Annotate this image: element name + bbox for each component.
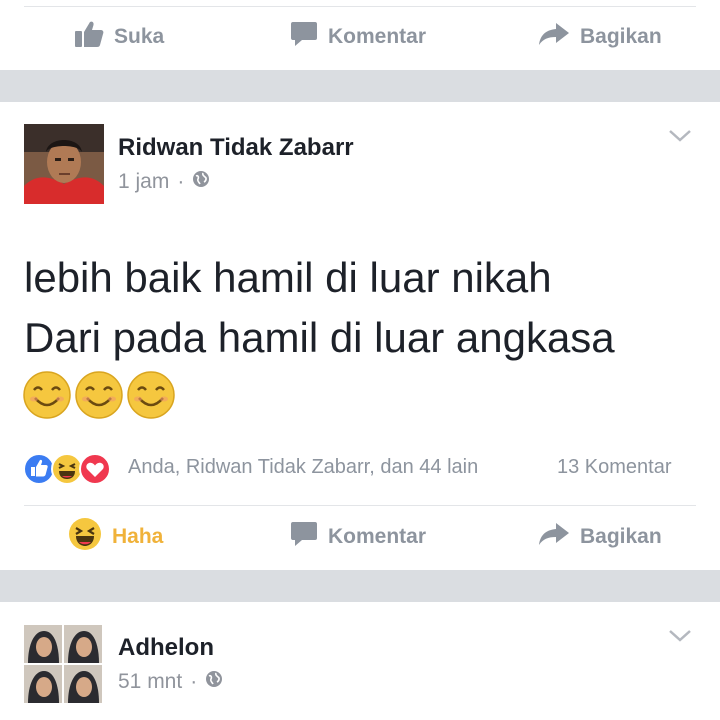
comment-icon xyxy=(290,521,318,553)
like-button[interactable]: Suka xyxy=(74,20,164,54)
haha-label: Haha xyxy=(112,525,164,548)
globe-icon xyxy=(192,170,210,194)
post-text-line2: Dari pada hamil di luar angkasa xyxy=(24,314,615,361)
post-text-line1: lebih baik hamil di luar nikah xyxy=(24,254,552,301)
post-author-name[interactable]: Ridwan Tidak Zabarr xyxy=(118,134,354,162)
post-options-chevron-icon[interactable] xyxy=(668,628,692,649)
like-label: Suka xyxy=(114,25,165,48)
avatar[interactable] xyxy=(24,625,102,703)
thumbs-up-icon xyxy=(74,20,104,54)
share-arrow-icon xyxy=(538,522,570,552)
comment-button[interactable]: Komentar xyxy=(290,521,426,553)
smiling-face-emoji-icon xyxy=(126,370,176,425)
globe-icon xyxy=(205,670,223,694)
feed-separator xyxy=(0,70,720,102)
post-timestamp[interactable]: 1 jam xyxy=(118,170,169,194)
comment-label: Komentar xyxy=(328,525,427,548)
post-card xyxy=(0,602,720,720)
meta-dot: · xyxy=(190,670,198,693)
smiling-face-emoji-icon xyxy=(22,370,72,425)
post-text: lebih baik hamil di luar nikah Dari pada… xyxy=(24,248,615,368)
feed-separator xyxy=(0,570,720,602)
post-emoji-row xyxy=(22,370,176,425)
avatar[interactable] xyxy=(24,124,104,204)
share-label: Bagikan xyxy=(580,525,662,548)
reactions-summary[interactable]: Anda, Ridwan Tidak Zabarr, dan 44 lain xyxy=(128,456,478,479)
haha-button[interactable]: Haha xyxy=(68,517,163,557)
smiling-face-emoji-icon xyxy=(74,370,124,425)
share-button[interactable]: Bagikan xyxy=(538,22,662,52)
share-label: Bagikan xyxy=(580,25,662,48)
comment-count[interactable]: 13 Komentar xyxy=(557,456,672,479)
comment-icon xyxy=(290,21,318,53)
meta-dot: · xyxy=(177,170,185,193)
top-action-bar: Suka Komentar Bagikan xyxy=(0,6,720,68)
share-button[interactable]: Bagikan xyxy=(538,522,662,552)
comment-label: Komentar xyxy=(328,25,427,48)
reaction-icons[interactable] xyxy=(22,452,112,491)
post-options-chevron-icon[interactable] xyxy=(668,128,692,149)
share-arrow-icon xyxy=(538,22,570,52)
post-author-name[interactable]: Adhelon xyxy=(118,634,214,662)
post-action-bar: Haha Komentar Bagikan xyxy=(0,506,720,568)
comment-button[interactable]: Komentar xyxy=(290,21,426,53)
post-meta: 1 jam · xyxy=(118,170,210,194)
love-reaction-icon xyxy=(78,452,112,491)
post-meta: 51 mnt · xyxy=(118,670,223,694)
post-timestamp[interactable]: 51 mnt xyxy=(118,670,182,694)
haha-emoji-icon xyxy=(68,517,102,557)
